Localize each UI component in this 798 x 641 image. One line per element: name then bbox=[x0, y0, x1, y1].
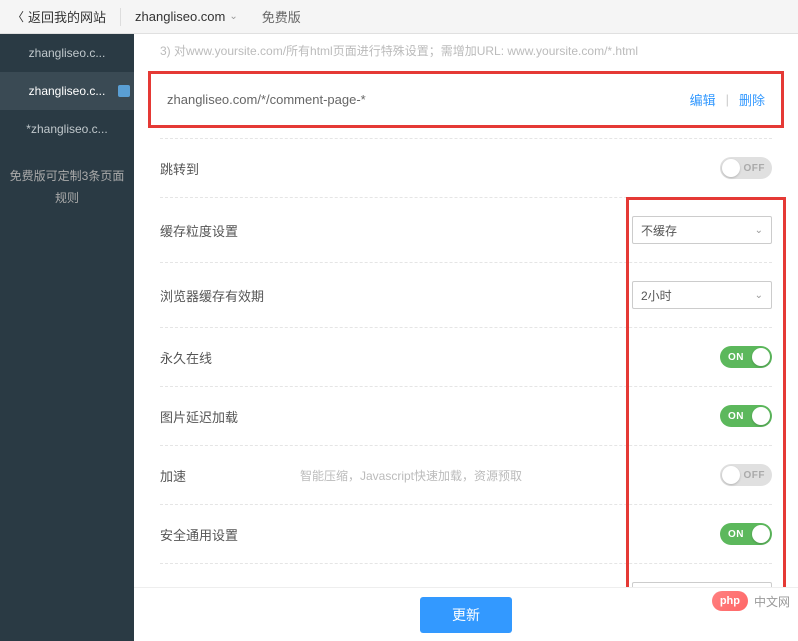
setting-browser-cache-ttl: 浏览器缓存有效期 2小时 ⌄ bbox=[160, 262, 772, 327]
sidebar: zhangliseo.c... zhangliseo.c... *zhangli… bbox=[0, 34, 134, 641]
sidebar-item-rule-2[interactable]: *zhangliseo.c... bbox=[0, 110, 134, 148]
separator: | bbox=[726, 92, 729, 107]
chevron-down-icon: ⌄ bbox=[755, 290, 763, 301]
select-value: 不缓存 bbox=[641, 222, 677, 239]
setting-label: 浏览器缓存有效期 bbox=[160, 286, 300, 305]
toggle-text: ON bbox=[728, 529, 744, 540]
domain-dropdown[interactable]: zhangliseo.com ⌄ bbox=[135, 9, 238, 24]
faded-hint: 3) 对www.yoursite.com/所有html页面进行特殊设置；需增加U… bbox=[134, 34, 798, 67]
settings-area: 跳转到 OFF 缓存粒度设置 不缓存 ⌄ 浏览器缓 bbox=[134, 138, 798, 641]
lazy-image-toggle[interactable]: ON bbox=[720, 405, 772, 427]
toggle-text: OFF bbox=[744, 470, 766, 481]
setting-hint: 智能压缩，Javascript快速加载，资源预取 bbox=[300, 467, 720, 484]
cache-granularity-select[interactable]: 不缓存 ⌄ bbox=[632, 216, 772, 244]
url-rule-text: zhangliseo.com/*/comment-page-* bbox=[167, 92, 366, 107]
setting-label: 加速 bbox=[160, 466, 300, 485]
setting-label: 跳转到 bbox=[160, 159, 300, 178]
toggle-knob bbox=[752, 407, 770, 425]
footer: 更新 bbox=[134, 587, 798, 641]
chevron-down-icon: ⌄ bbox=[755, 225, 763, 236]
toggle-text: ON bbox=[728, 411, 744, 422]
setting-always-online: 永久在线 ON bbox=[160, 327, 772, 386]
sidebar-note: 免费版可定制3条页面规则 bbox=[0, 152, 134, 223]
topbar: 〈 返回我的网站 zhangliseo.com ⌄ 免费版 bbox=[0, 0, 798, 34]
toggle-knob bbox=[752, 348, 770, 366]
chevron-left-icon: 〈 bbox=[12, 8, 24, 25]
toggle-text: ON bbox=[728, 352, 744, 363]
setting-redirect: 跳转到 OFF bbox=[160, 138, 772, 197]
setting-label: 缓存粒度设置 bbox=[160, 221, 300, 240]
redirect-toggle[interactable]: OFF bbox=[720, 157, 772, 179]
sidebar-item-rule-0[interactable]: zhangliseo.c... bbox=[0, 34, 134, 72]
setting-label: 图片延迟加载 bbox=[160, 407, 300, 426]
edit-link[interactable]: 编辑 bbox=[690, 90, 716, 109]
watermark-text: 中文网 bbox=[754, 593, 790, 610]
url-actions: 编辑 | 删除 bbox=[690, 90, 765, 109]
watermark: php 中文网 bbox=[712, 591, 790, 611]
setting-security: 安全通用设置 ON bbox=[160, 504, 772, 563]
toggle-knob bbox=[722, 159, 740, 177]
browser-cache-select[interactable]: 2小时 ⌄ bbox=[632, 281, 772, 309]
domain-name: zhangliseo.com bbox=[135, 9, 225, 24]
url-rule-box: zhangliseo.com/*/comment-page-* 编辑 | 删除 bbox=[148, 71, 784, 128]
toggle-text: OFF bbox=[744, 163, 766, 174]
setting-lazy-image: 图片延迟加载 ON bbox=[160, 386, 772, 445]
delete-link[interactable]: 删除 bbox=[739, 90, 765, 109]
plan-badge: 免费版 bbox=[262, 7, 301, 26]
chevron-down-icon: ⌄ bbox=[229, 11, 237, 22]
main-panel: 3) 对www.yoursite.com/所有html页面进行特殊设置；需增加U… bbox=[134, 34, 798, 641]
back-label: 返回我的网站 bbox=[28, 7, 106, 26]
setting-label: 安全通用设置 bbox=[160, 525, 300, 544]
setting-cache-granularity: 缓存粒度设置 不缓存 ⌄ bbox=[160, 197, 772, 262]
security-toggle[interactable]: ON bbox=[720, 523, 772, 545]
always-online-toggle[interactable]: ON bbox=[720, 346, 772, 368]
select-value: 2小时 bbox=[641, 287, 672, 304]
separator bbox=[120, 8, 121, 26]
watermark-badge: php bbox=[712, 591, 748, 611]
acceleration-toggle[interactable]: OFF bbox=[720, 464, 772, 486]
toggle-knob bbox=[752, 525, 770, 543]
sidebar-item-rule-1[interactable]: zhangliseo.c... bbox=[0, 72, 134, 110]
setting-acceleration: 加速 智能压缩，Javascript快速加载，资源预取 OFF bbox=[160, 445, 772, 504]
setting-label: 永久在线 bbox=[160, 348, 300, 367]
back-link[interactable]: 〈 返回我的网站 bbox=[12, 7, 106, 26]
update-button[interactable]: 更新 bbox=[420, 597, 512, 633]
toggle-knob bbox=[722, 466, 740, 484]
